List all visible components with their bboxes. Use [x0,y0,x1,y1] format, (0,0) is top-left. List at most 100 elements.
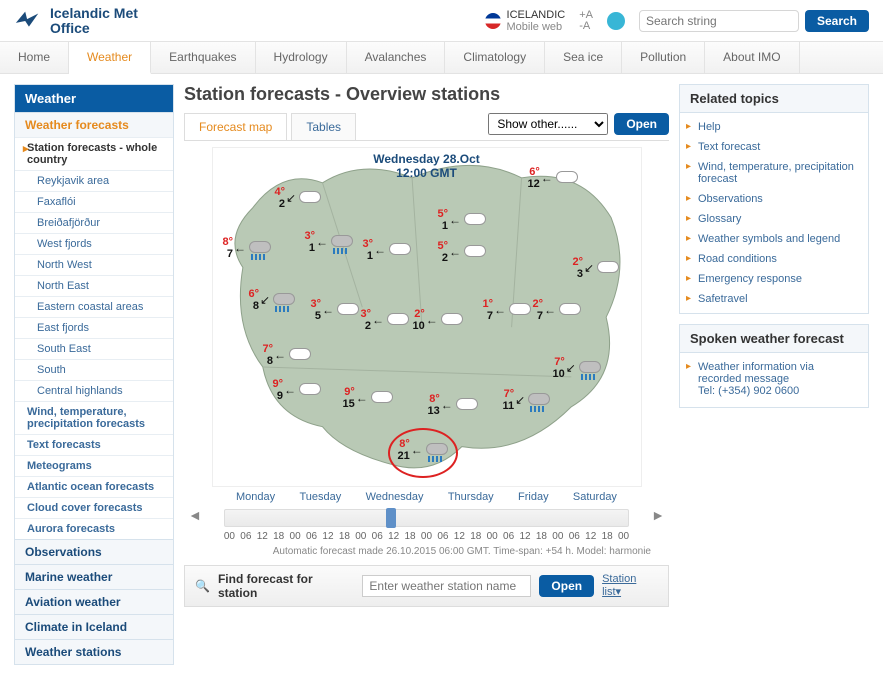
day-label[interactable]: Friday [518,491,549,503]
nav-earthquakes[interactable]: Earthquakes [151,42,255,73]
nav-home[interactable]: Home [0,42,69,73]
font-down[interactable]: -A [579,21,593,32]
search-input[interactable] [639,10,799,32]
sidebar-item[interactable]: North West [15,254,173,275]
timeline-prev[interactable]: ◄ [184,507,206,523]
related-item[interactable]: Text forecast [680,137,868,157]
sidebar-item[interactable]: Aurora forecasts [15,518,173,539]
day-label[interactable]: Monday [236,491,275,503]
sidebar-section[interactable]: Observations [15,539,173,564]
language-switch[interactable]: ICELANDICMobile web [485,9,566,33]
font-size-control[interactable]: +A -A [579,10,593,32]
day-label[interactable]: Saturday [573,491,617,503]
day-label[interactable]: Thursday [448,491,494,503]
nav-hydrology[interactable]: Hydrology [256,42,347,73]
weather-icon [507,301,533,319]
related-item[interactable]: Safetravel [680,289,868,309]
station-marker[interactable]: 7°10↙ [553,356,603,380]
sidebar-item[interactable]: Breiðafjörður [15,212,173,233]
station-name-input[interactable] [362,575,531,597]
nav-climatology[interactable]: Climatology [445,42,545,73]
related-item[interactable]: Weather symbols and legend [680,229,868,249]
station-marker[interactable]: 2°3↙ [573,256,622,280]
sidebar-item[interactable]: Eastern coastal areas [15,296,173,317]
sidebar-item[interactable]: Atlantic ocean forecasts [15,476,173,497]
sidebar-item[interactable]: South [15,359,173,380]
station-marker[interactable]: 8°13← [428,393,480,417]
station-marker[interactable]: 7°8← [263,343,314,367]
magnifier-icon: 🔍 [195,579,210,593]
station-list-link[interactable]: Station list▾ [602,573,658,598]
find-open-button[interactable]: Open [539,575,594,597]
sidebar-item[interactable]: Cloud cover forecasts [15,497,173,518]
weather-icon [454,396,480,414]
wind-arrow-icon: ← [274,348,286,362]
weather-icon [387,241,413,259]
sidebar-item[interactable]: South East [15,338,173,359]
weather-icon [329,233,355,251]
station-marker[interactable]: 3°1← [363,238,414,262]
nav-about-imo[interactable]: About IMO [705,42,799,73]
station-marker[interactable]: 8°21← [398,438,450,462]
station-marker[interactable]: 3°1← [305,230,356,254]
forecast-map[interactable]: Wednesday 28.Oct12:00 GMT 4°2↙6°12←8°7←3… [212,147,642,487]
sidebar-item[interactable]: Central highlands [15,380,173,401]
open-button[interactable]: Open [614,113,669,135]
station-marker[interactable]: 6°8↙ [249,288,298,312]
sidebar-item[interactable]: West fjords [15,233,173,254]
related-item[interactable]: Observations [680,189,868,209]
sidebar-section[interactable]: Aviation weather [15,589,173,614]
station-marker[interactable]: 2°10← [413,308,465,332]
tab-tables[interactable]: Tables [291,113,356,140]
sidebar-section[interactable]: Marine weather [15,564,173,589]
search-button[interactable]: Search [805,10,869,32]
related-item[interactable]: Help [680,117,868,137]
time-slider[interactable] [224,509,629,527]
station-marker[interactable]: 2°7← [533,298,584,322]
station-marker[interactable]: 5°1← [438,208,489,232]
slider-thumb[interactable] [386,508,396,528]
related-item[interactable]: Road conditions [680,249,868,269]
sidebar-item[interactable]: East fjords [15,317,173,338]
accessibility-icon[interactable] [607,12,625,30]
sidebar-item[interactable]: Reykjavik area [15,170,173,191]
timeline-next[interactable]: ► [647,507,669,523]
site-logo[interactable]: Icelandic MetOffice [14,6,138,37]
nav-avalanches[interactable]: Avalanches [347,42,446,73]
station-marker[interactable]: 3°2← [361,308,412,332]
sidebar-item[interactable]: Text forecasts [15,434,173,455]
station-marker[interactable]: 1°7← [483,298,534,322]
sidebar-item[interactable]: Faxaflói [15,191,173,212]
lang-label: ICELANDIC [507,9,566,21]
wind-arrow-icon: ← [449,213,461,227]
sidebar-item[interactable]: Wind, temperature, precipitation forecas… [15,401,173,434]
day-label[interactable]: Wednesday [366,491,424,503]
sidebar-section[interactable]: Weather stations [15,639,173,664]
sidebar-section-forecasts[interactable]: Weather forecasts [15,112,173,137]
show-other-select[interactable]: Show other...... [488,113,608,135]
station-marker[interactable]: 4°2↙ [275,186,324,210]
station-marker[interactable]: 9°15← [343,386,395,410]
station-marker[interactable]: 5°2← [438,240,489,264]
sidebar-item[interactable]: Station forecasts - whole country [15,137,173,170]
wind-arrow-icon: ↙ [584,261,594,275]
nav-weather[interactable]: Weather [69,42,151,74]
day-label[interactable]: Tuesday [299,491,341,503]
weather-icon [335,301,361,319]
tab-forecast-map[interactable]: Forecast map [184,113,287,140]
related-item[interactable]: Emergency response [680,269,868,289]
station-marker[interactable]: 9°9← [273,378,324,402]
station-marker[interactable]: 7°11↙ [503,388,553,412]
weather-icon [424,441,450,459]
sidebar-section[interactable]: Climate in Iceland [15,614,173,639]
station-marker[interactable]: 3°5← [311,298,362,322]
sidebar-item[interactable]: North East [15,275,173,296]
station-marker[interactable]: 8°7← [223,236,274,260]
related-item[interactable]: Wind, temperature, precipitation forecas… [680,157,868,189]
station-marker[interactable]: 6°12← [528,166,580,190]
nav-sea-ice[interactable]: Sea ice [545,42,622,73]
nav-pollution[interactable]: Pollution [622,42,705,73]
spoken-forecast-panel: Spoken weather forecast Weather informat… [679,324,869,408]
sidebar-item[interactable]: Meteograms [15,455,173,476]
related-item[interactable]: Glossary [680,209,868,229]
